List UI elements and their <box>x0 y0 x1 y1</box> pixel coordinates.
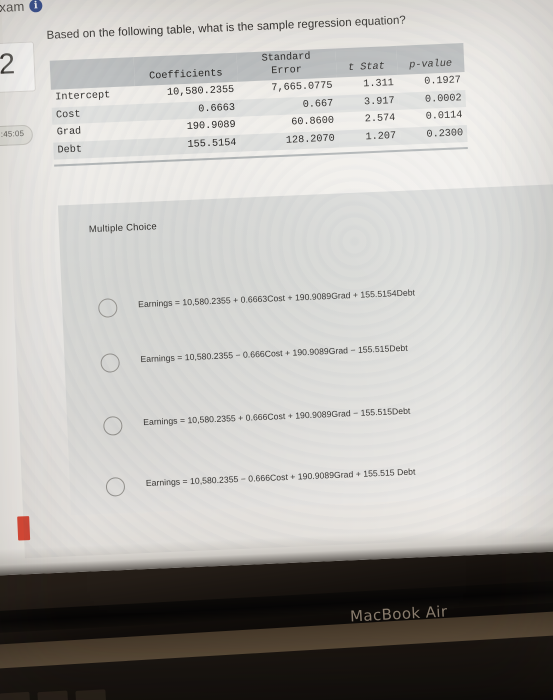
table-header-blank <box>49 57 135 90</box>
radio-button-c[interactable] <box>102 415 123 436</box>
radio-button-a[interactable] <box>97 298 118 318</box>
answer-option-c-text: Earnings = 10,580.2355 + 0.666Cost + 190… <box>143 405 411 428</box>
header-pvalue-text: p-value <box>409 58 453 72</box>
info-icon[interactable]: i <box>29 0 43 13</box>
header-coefficients-text: Coefficients <box>148 68 223 83</box>
table-header-coefficients: Coefficients <box>133 52 238 87</box>
regression-output-table: Coefficients Standard Error t Stat p-val… <box>49 43 468 160</box>
cell-debt-t-stat: 1.207 <box>338 127 401 148</box>
answer-option-b-text: Earnings = 10,580.2355 − 0.666Cost + 190… <box>140 342 408 365</box>
cell-debt-standard-error: 128.2070 <box>240 129 340 152</box>
table-header-t-stat: t Stat <box>334 45 398 78</box>
screen-content: xam i Saved 2 :45:05 Based on the follow… <box>0 0 553 559</box>
question-number: 2 <box>0 48 16 81</box>
radio-button-d[interactable] <box>105 476 126 497</box>
timer-text: :45:05 <box>0 128 25 139</box>
cell-debt-p-value: 0.2300 <box>399 124 468 145</box>
red-marker-tab[interactable] <box>17 516 31 541</box>
radio-button-b[interactable] <box>100 353 121 373</box>
header-tstat-text: t Stat <box>347 61 386 75</box>
cell-debt-coefficient: 155.5154 <box>136 134 241 157</box>
header-error-text: Error <box>271 64 303 78</box>
laptop-screen: xam i Saved 2 :45:05 Based on the follow… <box>0 0 553 576</box>
exam-title: xam <box>0 0 25 15</box>
row-label-debt: Debt <box>53 138 138 160</box>
answer-option-d-text: Earnings = 10,580.2355 − 0.666Cost + 190… <box>145 466 416 489</box>
table-header-standard-error: Standard Error <box>236 48 337 82</box>
answer-option-a-text: Earnings = 10,580.2355 + 0.6663Cost + 19… <box>137 287 416 310</box>
table-header-p-value: p-value <box>396 43 465 75</box>
photo-of-laptop-screen: MacBook Air xam i Saved 2 :45:05 Based o… <box>0 0 553 700</box>
